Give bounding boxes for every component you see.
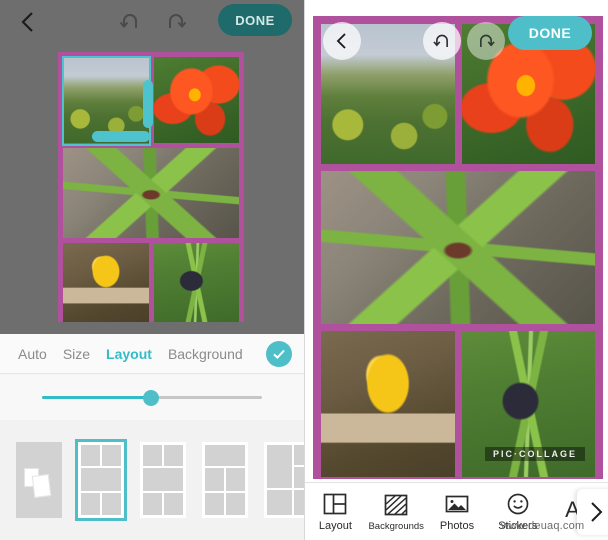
thumb-pane: [267, 445, 292, 488]
layout-thumb-grid-2-1-2[interactable]: [75, 439, 127, 521]
photo-mountain-icon: [445, 495, 469, 513]
tab-background[interactable]: Background: [160, 346, 251, 362]
photo-green-fern-leaf: [63, 148, 239, 238]
editor-panel-right: PIC·COLLAGE DONE Layout Backgrounds Phot…: [304, 0, 608, 540]
thumb-pane: [164, 493, 183, 515]
photo-yellow-mushroom: [321, 331, 455, 477]
thumb-pane: [294, 445, 304, 465]
editor-panel-left: DONE Auto Size Layout Background: [0, 0, 304, 540]
thumb-pane: [164, 445, 183, 466]
thumb-pane: [143, 468, 183, 491]
layout-thumb-grid-mixed-columns[interactable]: [264, 442, 304, 518]
spacing-slider-area: [0, 375, 304, 420]
thumb-pane: [205, 445, 245, 466]
redo-icon: [480, 34, 495, 47]
slider-knob[interactable]: [143, 390, 159, 406]
collage-cell-bird-in-grass[interactable]: [153, 243, 239, 322]
thumb-pane: [143, 445, 162, 466]
left-top-toolbar: DONE: [0, 0, 304, 44]
layout-thumb-freeform[interactable]: [16, 442, 62, 518]
smiley-icon: [507, 493, 529, 515]
thumb-pane: [81, 493, 100, 515]
nav-item-layout[interactable]: Layout: [305, 491, 366, 532]
back-button[interactable]: [323, 22, 361, 60]
freeform-card: [31, 474, 52, 498]
undo-icon: [433, 34, 448, 47]
collage-canvas[interactable]: PIC·COLLAGE: [313, 16, 603, 479]
check-icon: [273, 349, 285, 360]
done-button[interactable]: DONE: [508, 16, 592, 50]
nav-label-backgrounds: Backgrounds: [368, 520, 424, 532]
photo-bird-in-grass: [153, 243, 239, 322]
layout-grid-icon: [324, 493, 347, 515]
thumb-pane: [102, 445, 121, 466]
back-button[interactable]: [14, 8, 42, 36]
nav-item-backgrounds[interactable]: Backgrounds: [366, 492, 427, 532]
editor-tab-bar: Auto Size Layout Background: [0, 334, 304, 374]
collage-cell-green-fern-leaf[interactable]: [321, 171, 595, 324]
redo-button[interactable]: [162, 8, 190, 36]
thumb-pane: [226, 468, 245, 491]
thumb-pane: [267, 490, 292, 515]
slider-fill: [42, 396, 146, 399]
thumb-pane: [205, 468, 224, 491]
layout-thumb-grid-1-2-2[interactable]: [202, 442, 248, 518]
chevron-right-icon: [591, 502, 603, 522]
thumb-pane: [102, 493, 121, 515]
undo-icon: [119, 14, 137, 29]
nav-label-layout: Layout: [318, 520, 352, 532]
collage-row: PIC·COLLAGE: [321, 331, 595, 477]
site-watermark: www.deuaq.com: [501, 520, 585, 532]
nav-label-photos: Photos: [439, 520, 475, 532]
photo-red-flower: [153, 57, 239, 143]
tab-auto[interactable]: Auto: [10, 346, 55, 362]
layout-thumb-grid-2-2-2[interactable]: [140, 442, 186, 518]
collage-cell-yellow-mushroom[interactable]: [321, 331, 455, 477]
collage-cell-bird-in-grass[interactable]: PIC·COLLAGE: [461, 331, 595, 477]
collage-cell-yellow-mushroom[interactable]: [63, 243, 149, 322]
resize-handle-vertical[interactable]: [143, 80, 153, 128]
collage-row: [63, 148, 239, 238]
chevron-left-icon: [21, 12, 33, 32]
app-screen: DONE Auto Size Layout Background PIC·COL…: [0, 0, 608, 540]
tab-size[interactable]: Size: [55, 346, 98, 362]
thumb-pane: [143, 493, 162, 515]
confirm-button[interactable]: [266, 341, 292, 367]
thumb-pane: [294, 490, 304, 515]
redo-button[interactable]: [467, 22, 505, 60]
thumb-pane: [205, 493, 224, 515]
resize-handle-horizontal[interactable]: [92, 131, 150, 142]
layout-thumbnail-strip[interactable]: [0, 420, 304, 540]
undo-button[interactable]: [423, 22, 461, 60]
collage-row: [63, 243, 239, 322]
thumb-pane: [81, 445, 100, 466]
diagonal-stripes-icon: [384, 494, 408, 515]
thumb-pane: [81, 468, 121, 491]
collage-cell-green-fern-leaf[interactable]: [63, 148, 239, 238]
collage-row: [321, 171, 595, 324]
pic-collage-watermark: PIC·COLLAGE: [485, 447, 585, 461]
collage-cell-red-flower[interactable]: [153, 57, 239, 143]
nav-item-photos[interactable]: Photos: [427, 491, 488, 532]
redo-icon: [169, 14, 187, 29]
chevron-left-icon: [336, 33, 346, 49]
photo-green-fern-leaf: [321, 171, 595, 324]
tab-layout[interactable]: Layout: [98, 346, 160, 362]
done-button[interactable]: DONE: [218, 4, 292, 36]
thumb-pane: [226, 493, 245, 515]
undo-button[interactable]: [116, 8, 144, 36]
photo-yellow-mushroom: [63, 243, 149, 322]
thumb-pane: [294, 467, 304, 488]
freeform-preview: [16, 442, 62, 518]
